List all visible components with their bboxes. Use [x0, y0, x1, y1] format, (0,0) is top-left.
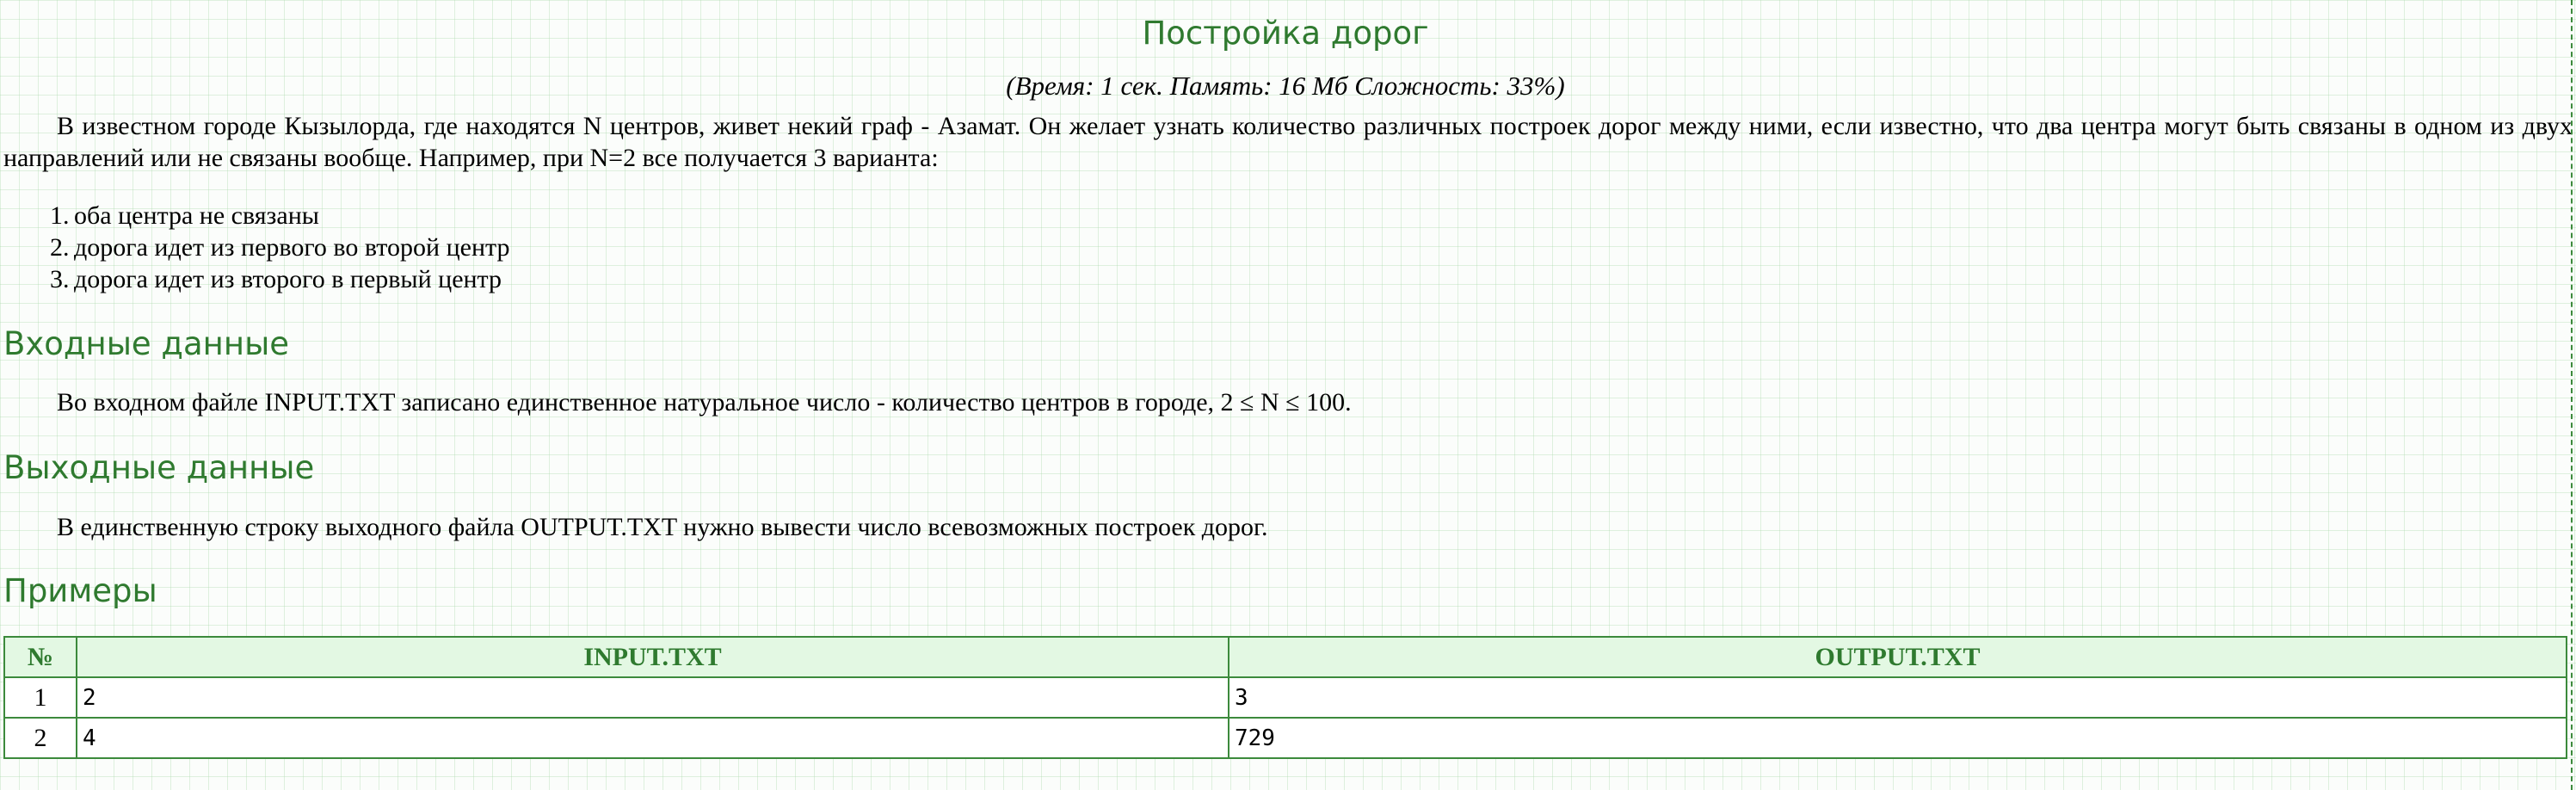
example-output-cell: 729 [1228, 717, 2567, 759]
example-input-cell: 4 [76, 717, 1229, 759]
column-header-input: INPUT.TXT [76, 636, 1229, 678]
table-row: 2 4 729 [3, 717, 2567, 759]
table-header-row: № INPUT.TXT OUTPUT.TXT [3, 636, 2567, 678]
example-number-cell: 1 [3, 676, 77, 719]
problem-page: Постройка дорог (Время: 1 сек. Память: 1… [3, 0, 2573, 790]
column-header-number: № [3, 636, 77, 678]
example-output-cell: 3 [1228, 676, 2567, 719]
input-section-text: Во входном файле INPUT.TXT записано един… [57, 388, 1352, 417]
table-row: 1 2 3 [3, 676, 2567, 719]
example-input-cell: 2 [76, 676, 1229, 719]
problem-statement: В известном городе Кызылорда, где находя… [3, 112, 2573, 172]
examples-heading: Примеры [3, 572, 157, 609]
page-edge-divider [2571, 0, 2573, 790]
input-section-heading: Входные данные [3, 325, 290, 362]
list-item-text: оба центра не связаны [74, 201, 319, 230]
example-number-cell: 2 [3, 717, 77, 759]
problem-limits: (Время: 1 сек. Память: 16 Мб Сложность: … [1006, 71, 1565, 101]
output-section-heading: Выходные данные [3, 449, 315, 486]
problem-title: Постройка дорог [1142, 15, 1429, 52]
variants-list: 1. оба центра не связаны 2. дорога идет из… [3, 200, 509, 295]
list-item-text: дорога идет из второго в первый центр [74, 265, 502, 293]
list-item: 3. дорога идет из второго в первый центр [3, 263, 509, 295]
list-item-text: дорога идет из первого во второй центр [74, 233, 510, 262]
list-item-number: 3. [50, 265, 70, 293]
list-item: 1. оба центра не связаны [3, 200, 509, 231]
list-item: 2. дорога идет из первого во второй центр [3, 231, 509, 263]
output-section-text: В единственную строку выходного файла OU… [57, 513, 1268, 541]
column-header-output: OUTPUT.TXT [1228, 636, 2567, 678]
list-item-number: 1. [50, 201, 70, 230]
examples-table: № INPUT.TXT OUTPUT.TXT 1 2 3 2 4 729 [3, 636, 2567, 759]
list-item-number: 2. [50, 233, 70, 262]
